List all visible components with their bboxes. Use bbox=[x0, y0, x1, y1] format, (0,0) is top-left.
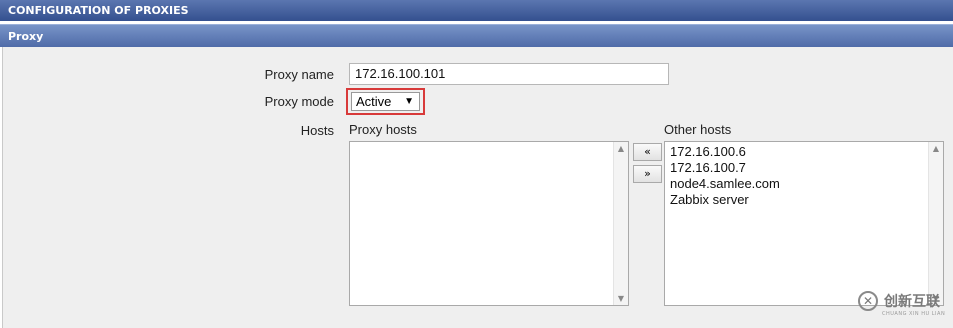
other-hosts-scrollbar[interactable]: ▲ ▼ bbox=[928, 142, 943, 305]
list-item[interactable]: Zabbix server bbox=[665, 192, 943, 208]
list-item[interactable]: 172.16.100.7 bbox=[665, 160, 943, 176]
hosts-label: Hosts bbox=[300, 123, 334, 138]
other-hosts-list[interactable]: 172.16.100.6 172.16.100.7 node4.samlee.c… bbox=[664, 141, 944, 306]
scroll-down-icon[interactable]: ▼ bbox=[614, 294, 628, 303]
proxy-mode-value: Active bbox=[356, 94, 392, 109]
proxy-hosts-list[interactable]: ▲ ▼ bbox=[349, 141, 629, 306]
proxy-name-label: Proxy name bbox=[264, 67, 334, 82]
proxy-hosts-title: Proxy hosts bbox=[349, 122, 417, 137]
other-hosts-title: Other hosts bbox=[664, 122, 732, 137]
move-to-proxy-button[interactable]: « bbox=[633, 143, 662, 161]
proxy-hosts-scrollbar[interactable]: ▲ ▼ bbox=[613, 142, 628, 305]
scroll-up-icon[interactable]: ▲ bbox=[929, 144, 943, 153]
dropdown-arrow-icon: ▼ bbox=[404, 96, 414, 107]
list-item[interactable]: node4.samlee.com bbox=[665, 176, 943, 192]
proxy-mode-label: Proxy mode bbox=[264, 94, 334, 109]
watermark: ✕ 创新互联 CHUANG XIN HU LIAN bbox=[853, 285, 953, 328]
section-header: Proxy bbox=[0, 24, 953, 47]
list-item[interactable]: 172.16.100.6 bbox=[665, 144, 943, 160]
move-to-other-button[interactable]: » bbox=[633, 165, 662, 183]
scroll-up-icon[interactable]: ▲ bbox=[614, 144, 628, 153]
brand-logo-icon: ✕ bbox=[858, 291, 878, 311]
watermark-text-en: CHUANG XIN HU LIAN bbox=[882, 311, 946, 317]
proxy-name-input[interactable]: 172.16.100.101 bbox=[349, 63, 669, 85]
watermark-text-cn: 创新互联 bbox=[884, 294, 940, 310]
proxy-mode-select[interactable]: Active ▼ bbox=[351, 92, 420, 111]
page-header: CONFIGURATION OF PROXIES bbox=[0, 0, 953, 21]
